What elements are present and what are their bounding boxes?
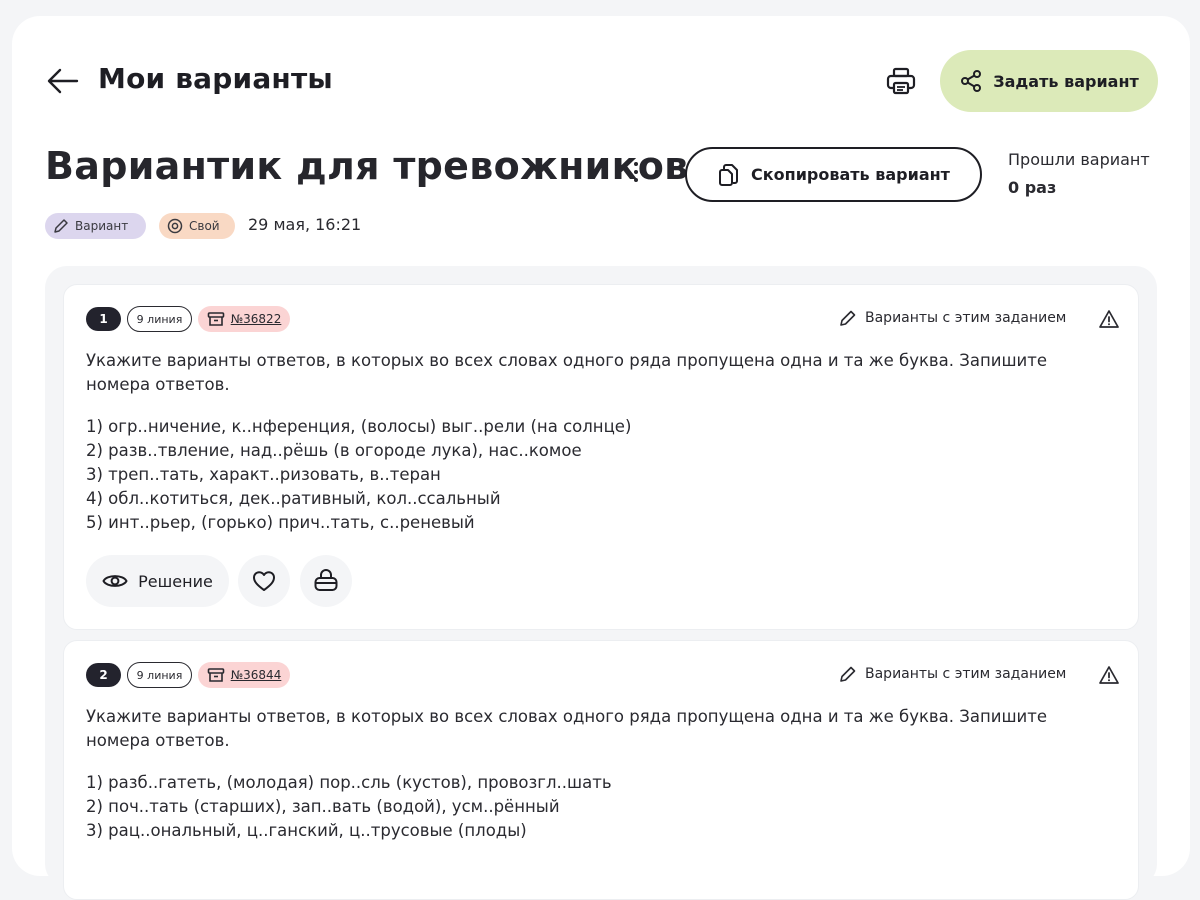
task-options: 1) разб..гатеть, (молодая) пор..сль (кус…: [86, 771, 1116, 843]
variants-with-task-label: Варианты с этим заданием: [865, 310, 1067, 326]
task-card: 1 9 линия №36822 Варианты с этим задание…: [63, 284, 1139, 630]
pencil-icon: [840, 666, 856, 682]
pencil-icon: [54, 219, 68, 233]
printer-icon: [886, 67, 916, 95]
task-id-label: №36822: [230, 312, 282, 326]
task-number-badge: 2: [86, 663, 121, 687]
variants-with-task-link[interactable]: Варианты с этим заданием: [839, 665, 1066, 683]
solution-label: Решение: [138, 571, 213, 591]
task-option: 2) разв..твление, над..рёшь (в огороде л…: [86, 441, 582, 460]
kebab-icon: [634, 162, 638, 166]
back-button[interactable]: [46, 66, 80, 96]
copy-icon: [719, 163, 739, 186]
task-number-badge: 1: [86, 307, 121, 331]
copy-variant-button[interactable]: Скопировать вариант: [685, 147, 982, 202]
task-options: 1) огр..ничение, к..нференция, (волосы) …: [86, 415, 1116, 535]
solution-button[interactable]: Решение: [86, 555, 229, 607]
archive-icon: [207, 312, 224, 326]
tag-variant-label: Вариант: [75, 219, 129, 233]
arrow-left-icon: [47, 68, 79, 94]
task-text: Укажите варианты ответов, в которых во в…: [86, 351, 1048, 394]
task-option: 4) обл..котиться, дек..ративный, кол..сс…: [86, 489, 501, 508]
task-text: Укажите варианты ответов, в которых во в…: [86, 707, 1048, 750]
print-button[interactable]: [882, 64, 920, 98]
passed-count: 0 раз: [1008, 178, 1057, 197]
page-title: Мои варианты: [98, 62, 333, 95]
task-option: 1) разб..гатеть, (молодая) пор..сль (кус…: [86, 773, 612, 792]
task-option: 3) треп..тать, характ..ризовать, в..тера…: [86, 465, 441, 484]
variants-with-task-label: Варианты с этим заданием: [865, 666, 1067, 682]
assign-variant-label: Задать вариант: [993, 71, 1139, 91]
passed-label: Прошли вариант: [1008, 150, 1150, 169]
variant-title: Вариантик для тревожников: [45, 144, 689, 188]
share-icon: [961, 70, 982, 92]
task-card: 2 9 линия №36844 Варианты с этим задание…: [63, 640, 1139, 900]
heart-icon: [253, 571, 275, 591]
more-button[interactable]: [628, 156, 644, 188]
at-icon: [167, 218, 183, 234]
warning-icon[interactable]: [1099, 665, 1119, 685]
eye-icon: [102, 575, 128, 587]
variant-date: 29 мая, 16:21: [248, 215, 362, 234]
task-line-badge: 9 линия: [127, 662, 192, 688]
like-button[interactable]: [238, 555, 290, 607]
variants-with-task-link[interactable]: Варианты с этим заданием: [839, 309, 1066, 327]
archive-icon: [207, 668, 224, 682]
page-panel: Мои варианты Задать вариант Вариантик дл…: [12, 16, 1190, 900]
pencil-icon: [840, 310, 856, 326]
basket-icon: [314, 569, 338, 591]
task-id-label: №36844: [230, 668, 282, 682]
tag-variant: Вариант: [45, 213, 146, 239]
task-id-link[interactable]: №36844: [198, 662, 290, 688]
task-option: 1) огр..ничение, к..нференция, (волосы) …: [86, 417, 632, 436]
task-option: 3) рац..ональный, ц..ганский, ц..трусовы…: [86, 821, 527, 840]
assign-variant-button[interactable]: Задать вариант: [940, 50, 1158, 112]
task-line-badge: 9 линия: [127, 306, 192, 332]
warning-icon[interactable]: [1099, 309, 1119, 329]
task-option: 2) поч..тать (старших), зап..вать (водой…: [86, 797, 560, 816]
tag-own: Свой: [159, 213, 235, 239]
basket-button[interactable]: [300, 555, 352, 607]
tasks-list: 1 9 линия №36822 Варианты с этим задание…: [45, 266, 1157, 900]
tag-own-label: Свой: [189, 219, 220, 233]
copy-variant-label: Скопировать вариант: [751, 165, 950, 184]
task-option: 5) инт..рьер, (горько) прич..тать, с..ре…: [86, 513, 475, 532]
task-id-link[interactable]: №36822: [198, 306, 290, 332]
